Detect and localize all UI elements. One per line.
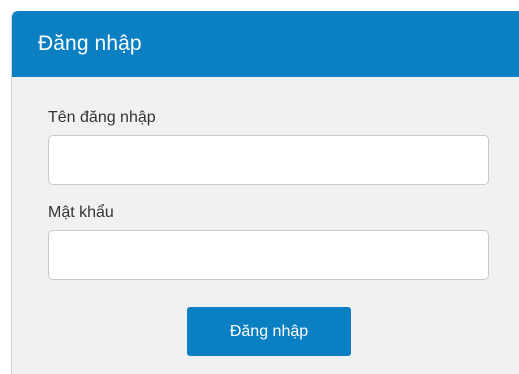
- username-input[interactable]: [48, 135, 489, 185]
- login-page: Đăng nhập Tên đăng nhập Mật khẩu Đăng nh…: [0, 0, 519, 374]
- password-label: Mật khẩu: [48, 204, 114, 221]
- login-panel-header: Đăng nhập: [12, 11, 519, 77]
- login-panel: Đăng nhập Tên đăng nhập Mật khẩu Đăng nh…: [11, 11, 519, 374]
- username-label: Tên đăng nhập: [48, 109, 156, 126]
- password-input[interactable]: [48, 230, 489, 280]
- login-panel-title: Đăng nhập: [38, 32, 142, 55]
- login-button[interactable]: Đăng nhập: [187, 307, 351, 356]
